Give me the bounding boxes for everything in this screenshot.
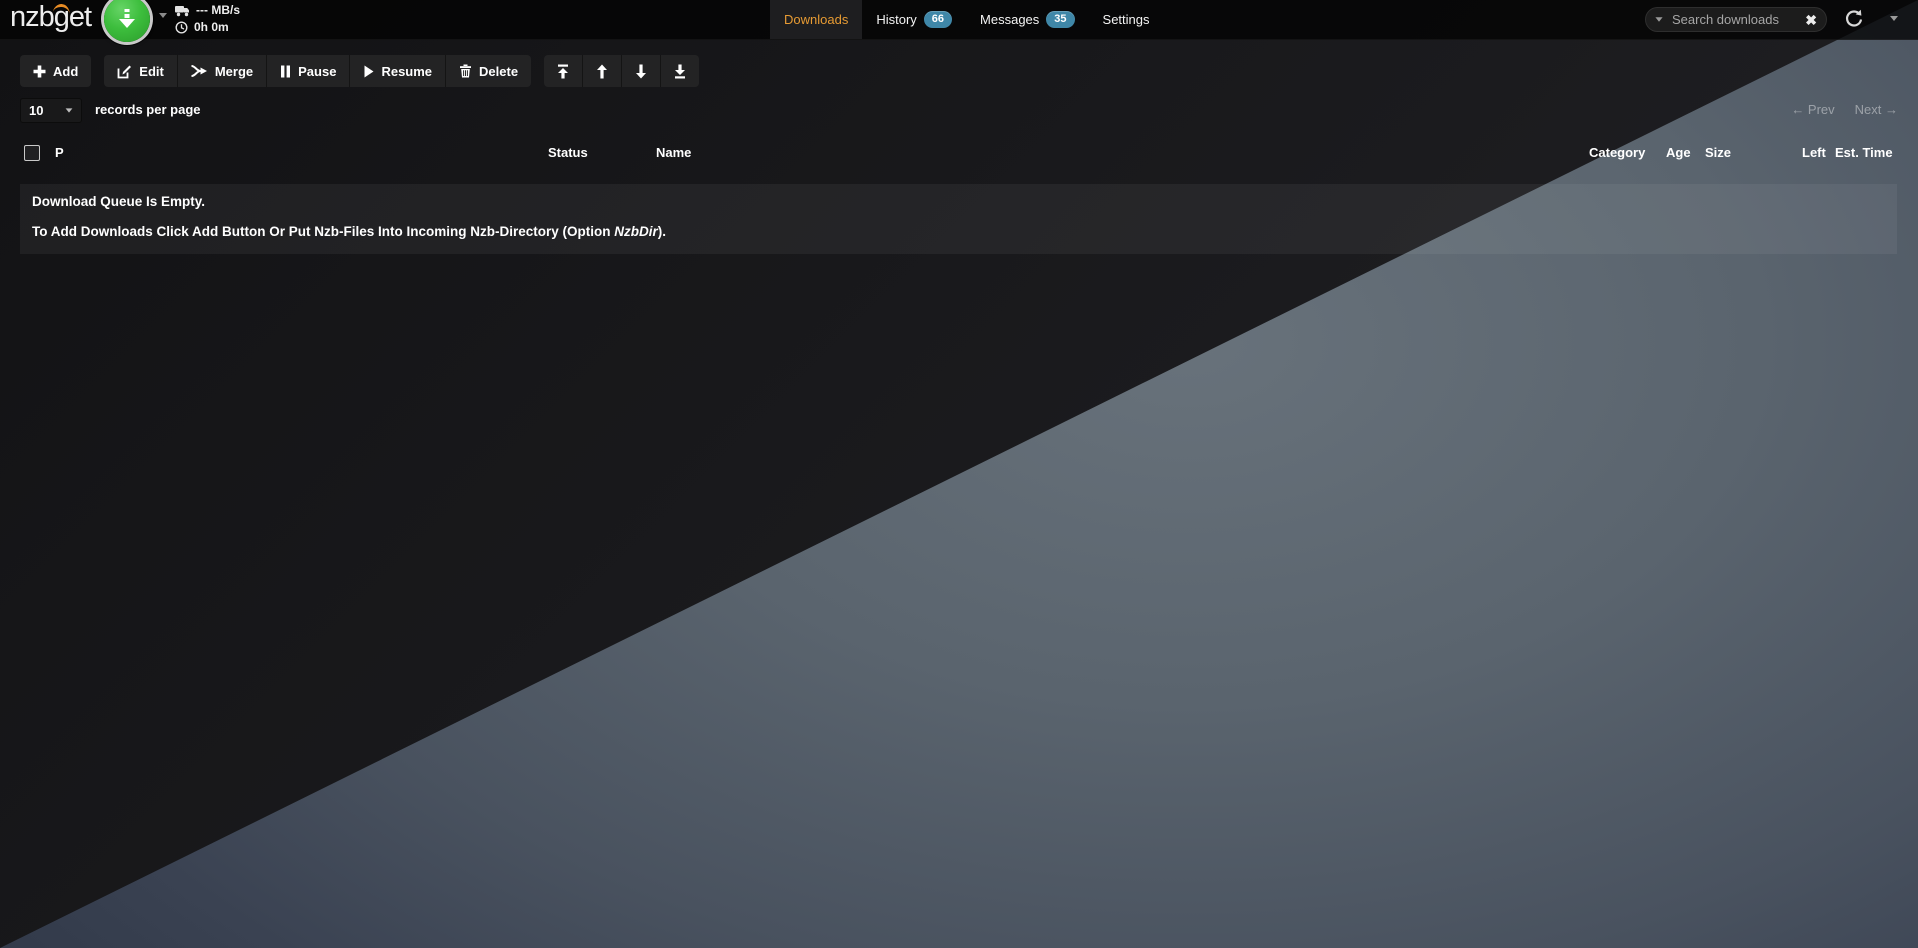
add-button[interactable]: Add <box>20 55 91 87</box>
download-status-button[interactable] <box>104 0 150 42</box>
move-up-button[interactable] <box>583 55 622 87</box>
pause-label: Pause <box>298 64 336 79</box>
header-name[interactable]: Name <box>656 145 691 160</box>
pencil-square-icon <box>117 64 132 79</box>
search-box[interactable]: ✖ <box>1645 7 1827 32</box>
tab-downloads[interactable]: Downloads <box>770 0 862 39</box>
header-category[interactable]: Category <box>1589 145 1645 160</box>
tab-downloads-label: Downloads <box>784 12 848 27</box>
tab-settings-label: Settings <box>1103 12 1150 27</box>
search-input[interactable] <box>1670 11 1805 28</box>
move-actions-group <box>544 55 699 87</box>
page-size-value: 10 <box>29 103 43 118</box>
nzbget-app: nzbget --- MB/s <box>0 0 1918 948</box>
nzbget-logo: nzbget <box>10 1 91 34</box>
tab-history-label: History <box>876 12 916 27</box>
search-clear-x-icon[interactable]: ✖ <box>1805 13 1817 27</box>
header-priority[interactable]: P <box>55 145 64 160</box>
time-indicator: 0h 0m <box>175 19 240 36</box>
merge-label: Merge <box>215 64 253 79</box>
play-icon <box>363 65 374 78</box>
hint-option-name: NzbDir <box>614 224 658 239</box>
speed-indicator: --- MB/s <box>175 2 240 19</box>
status-dropdown-caret-icon[interactable] <box>159 13 167 18</box>
header-status[interactable]: Status <box>548 145 588 160</box>
time-value: 0h 0m <box>194 19 229 36</box>
empty-queue-hint: To Add Downloads Click Add Button Or Put… <box>32 224 666 239</box>
edit-button[interactable]: Edit <box>104 55 178 87</box>
delete-label: Delete <box>479 64 518 79</box>
history-count-badge: 66 <box>924 11 952 28</box>
nav-tabs: Downloads History 66 Messages 35 Setting… <box>770 0 1164 39</box>
menu-dropdown-caret-icon[interactable] <box>1890 16 1898 21</box>
plus-icon <box>33 65 46 78</box>
messages-count-badge: 35 <box>1046 11 1074 28</box>
move-to-top-button[interactable] <box>544 55 583 87</box>
download-arrow-icon <box>114 6 140 32</box>
header-age[interactable]: Age <box>1666 145 1691 160</box>
move-to-bottom-button[interactable] <box>661 55 699 87</box>
resume-button[interactable]: Resume <box>350 55 446 87</box>
merge-button[interactable]: Merge <box>178 55 267 87</box>
empty-queue-panel: Download Queue Is Empty. To Add Download… <box>20 184 1897 254</box>
top-navbar: nzbget --- MB/s <box>0 0 1918 40</box>
trash-icon <box>459 64 472 78</box>
hint-suffix: ). <box>658 224 666 239</box>
search-options-caret-icon[interactable] <box>1655 17 1662 22</box>
move-down-button[interactable] <box>622 55 661 87</box>
arrow-to-top-icon <box>556 64 570 79</box>
resume-label: Resume <box>381 64 432 79</box>
edit-label: Edit <box>139 64 164 79</box>
logo-text: nzbget <box>10 1 91 33</box>
queue-toolbar: Add Edit Merge <box>20 55 699 87</box>
header-size[interactable]: Size <box>1705 145 1731 160</box>
page-size-select[interactable]: 10 <box>20 98 82 123</box>
tab-messages-label: Messages <box>980 12 1039 27</box>
empty-queue-title: Download Queue Is Empty. <box>32 194 205 209</box>
delete-button[interactable]: Delete <box>446 55 531 87</box>
clock-icon <box>175 21 188 34</box>
tab-messages[interactable]: Messages 35 <box>966 0 1089 39</box>
arrow-down-icon <box>634 64 648 79</box>
queue-table-header: P Status Name Category Age Size Left Est… <box>0 138 1918 168</box>
refresh-button[interactable] <box>1843 8 1865 30</box>
navbar-stats: --- MB/s 0h 0m <box>175 2 240 36</box>
arrow-up-icon <box>595 64 609 79</box>
header-est-time[interactable]: Est. Time <box>1835 145 1893 160</box>
select-all-checkbox[interactable] <box>24 145 40 161</box>
next-page-link[interactable]: Next → <box>1855 102 1898 117</box>
pause-button[interactable]: Pause <box>267 55 350 87</box>
hint-prefix: To Add Downloads Click Add Button Or Put… <box>32 224 614 239</box>
arrow-to-bottom-icon <box>673 64 687 79</box>
truck-icon <box>175 5 190 17</box>
prev-page-link[interactable]: ← Prev <box>1791 102 1834 117</box>
add-label: Add <box>53 64 78 79</box>
tab-settings[interactable]: Settings <box>1089 0 1164 39</box>
refresh-icon <box>1843 8 1865 30</box>
speed-value: --- MB/s <box>196 2 240 19</box>
header-left[interactable]: Left <box>1802 145 1826 160</box>
edit-actions-group: Edit Merge Pause Resume <box>104 55 531 87</box>
pager: ← Prev Next → <box>1791 102 1898 117</box>
pause-icon <box>280 65 291 78</box>
records-per-page-label: records per page <box>95 102 201 117</box>
merge-arrows-icon <box>191 64 208 78</box>
tab-history[interactable]: History 66 <box>862 0 966 39</box>
page-size-caret-icon <box>66 108 73 112</box>
